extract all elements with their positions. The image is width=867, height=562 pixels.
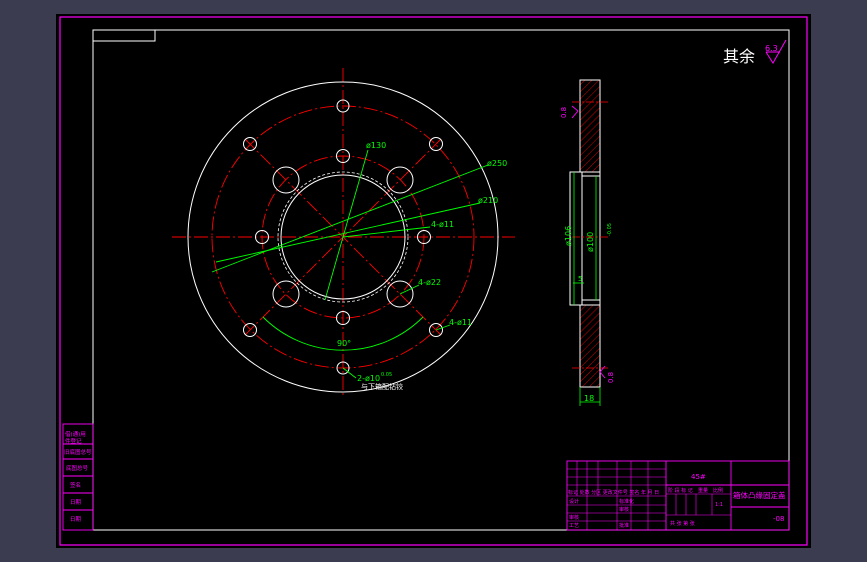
- scale-label: 比例: [713, 487, 723, 494]
- review-label: 审核: [569, 514, 579, 521]
- stamp-label: 签名: [70, 481, 81, 489]
- dim-4d11-b: 4-ø11: [449, 318, 472, 327]
- roughness-prefix: 其余: [723, 47, 755, 66]
- check-label: 审核: [619, 506, 629, 513]
- side-roughness-top: 0.8: [560, 107, 568, 118]
- scale-value: 1:1: [715, 502, 723, 508]
- side-dim-d106: ø106: [564, 226, 573, 246]
- side-dim-d100-tol: -0.05: [607, 223, 613, 236]
- approve-label: 批准: [619, 522, 629, 529]
- cad-drawing-canvas: 其余 6.3 ø130 ø250 ø210 4-ø11 4-ø22 4-ø11 …: [56, 14, 811, 548]
- stage-label: 阶 段 标 记: [668, 487, 693, 494]
- stamp-label: 底图总号: [66, 464, 89, 472]
- process-label: 工艺: [569, 523, 579, 529]
- section-upper: [579, 79, 601, 173]
- drawing-number: -08: [773, 515, 784, 523]
- dim-pins-note: 与下箱配钻铰: [361, 382, 403, 391]
- weight-label: 重量: [698, 487, 708, 494]
- dim-pins: 2-ø10: [357, 374, 380, 383]
- stamp-label: 件登记: [65, 437, 82, 445]
- material: 45#: [691, 473, 706, 481]
- dim-d250: ø250: [487, 159, 507, 168]
- dim-d210: ø210: [478, 196, 498, 205]
- side-dim-width: 18: [584, 394, 594, 403]
- stamp-label: 借(通)用: [65, 430, 86, 438]
- stamp-label: 日期: [70, 516, 82, 523]
- part-name: 箱体凸缘固定盖: [733, 490, 786, 500]
- side-dim-step: 5: [578, 275, 582, 283]
- revision-header: 标记 处数 分区 更改文件号 签名 年 月 日: [568, 489, 659, 496]
- standardize-label: 标准化: [619, 498, 634, 505]
- dim-4d22: 4-ø22: [418, 278, 441, 287]
- stamp-label: 旧底图总号: [64, 448, 92, 456]
- sheet-count: 共 张 第 张: [670, 520, 695, 527]
- dim-d130: ø130: [366, 141, 386, 150]
- design-label: 设计: [569, 498, 579, 505]
- side-roughness-bottom: 0.8: [607, 372, 615, 383]
- section-lower: [579, 304, 601, 388]
- stamp-label: 日期: [70, 499, 82, 506]
- dim-pins-tolerance: 0.05: [381, 372, 392, 378]
- dim-4d11-a: 4-ø11: [431, 220, 454, 229]
- side-dim-d100: ø100: [586, 232, 595, 252]
- dim-angle: 90°: [337, 339, 351, 348]
